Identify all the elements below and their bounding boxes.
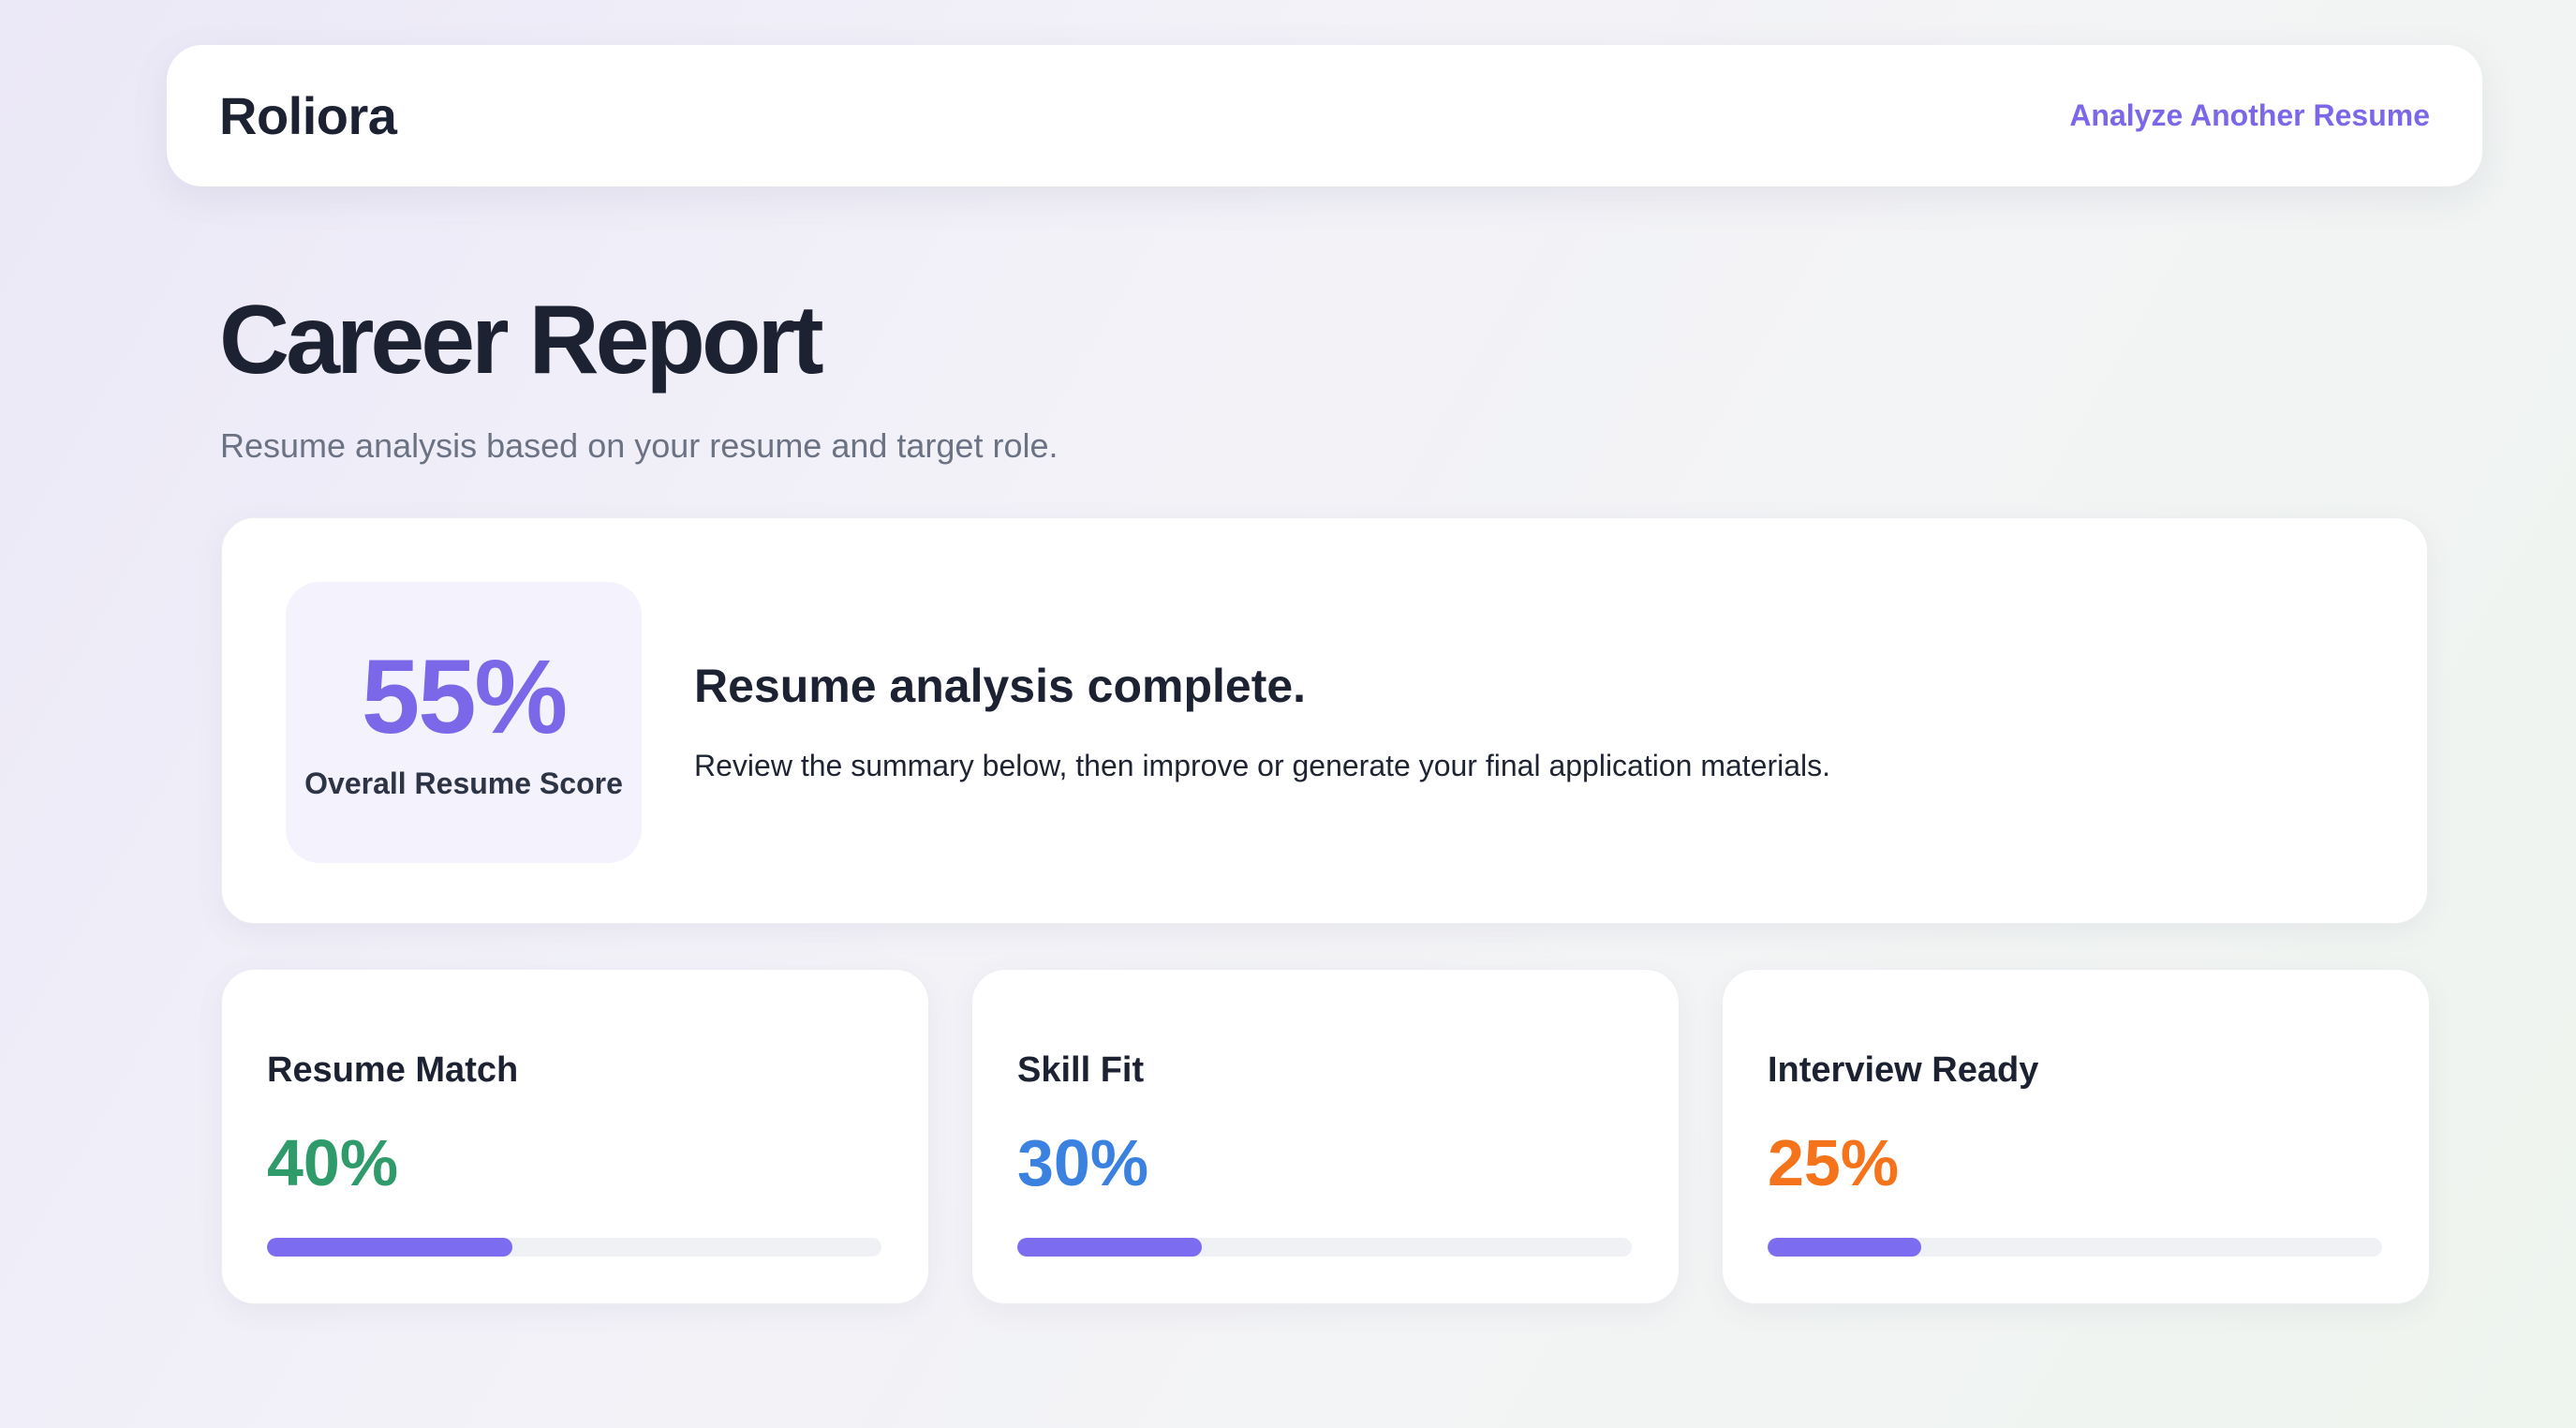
top-navbar: Roliora Analyze Another Resume: [167, 45, 2482, 186]
overall-score-label: Overall Resume Score: [304, 766, 623, 800]
overall-score-value: 55%: [361, 637, 568, 755]
metric-progress-track: [1017, 1238, 1632, 1257]
metric-card-interview-ready: Interview Ready 25%: [1722, 969, 2430, 1304]
metric-label: Resume Match: [267, 1050, 519, 1090]
summary-text: Review the summary below, then improve o…: [694, 749, 1831, 782]
metric-value: 30%: [1017, 1126, 1149, 1199]
overall-score-box: 55% Overall Resume Score: [286, 582, 642, 863]
summary-card: 55% Overall Resume Score Resume analysis…: [221, 517, 2428, 924]
brand-logo-text[interactable]: Roliora: [219, 85, 397, 146]
page-subtitle: Resume analysis based on your resume and…: [220, 426, 1059, 465]
metric-progress-fill: [267, 1238, 513, 1257]
metric-progress-track: [267, 1238, 881, 1257]
analyze-another-resume-link[interactable]: Analyze Another Resume: [2069, 98, 2430, 133]
metric-progress-fill: [1768, 1238, 1921, 1257]
metric-progress-track: [1768, 1238, 2382, 1257]
metric-card-resume-match: Resume Match 40%: [221, 969, 929, 1304]
metric-progress-fill: [1017, 1238, 1202, 1257]
page-title: Career Report: [219, 286, 824, 394]
metric-value: 25%: [1768, 1126, 1900, 1199]
metric-label: Skill Fit: [1017, 1050, 1145, 1090]
metric-value: 40%: [267, 1126, 399, 1199]
metric-label: Interview Ready: [1768, 1050, 2039, 1090]
metric-card-skill-fit: Skill Fit 30%: [971, 969, 1680, 1304]
summary-title: Resume analysis complete.: [694, 660, 1307, 712]
